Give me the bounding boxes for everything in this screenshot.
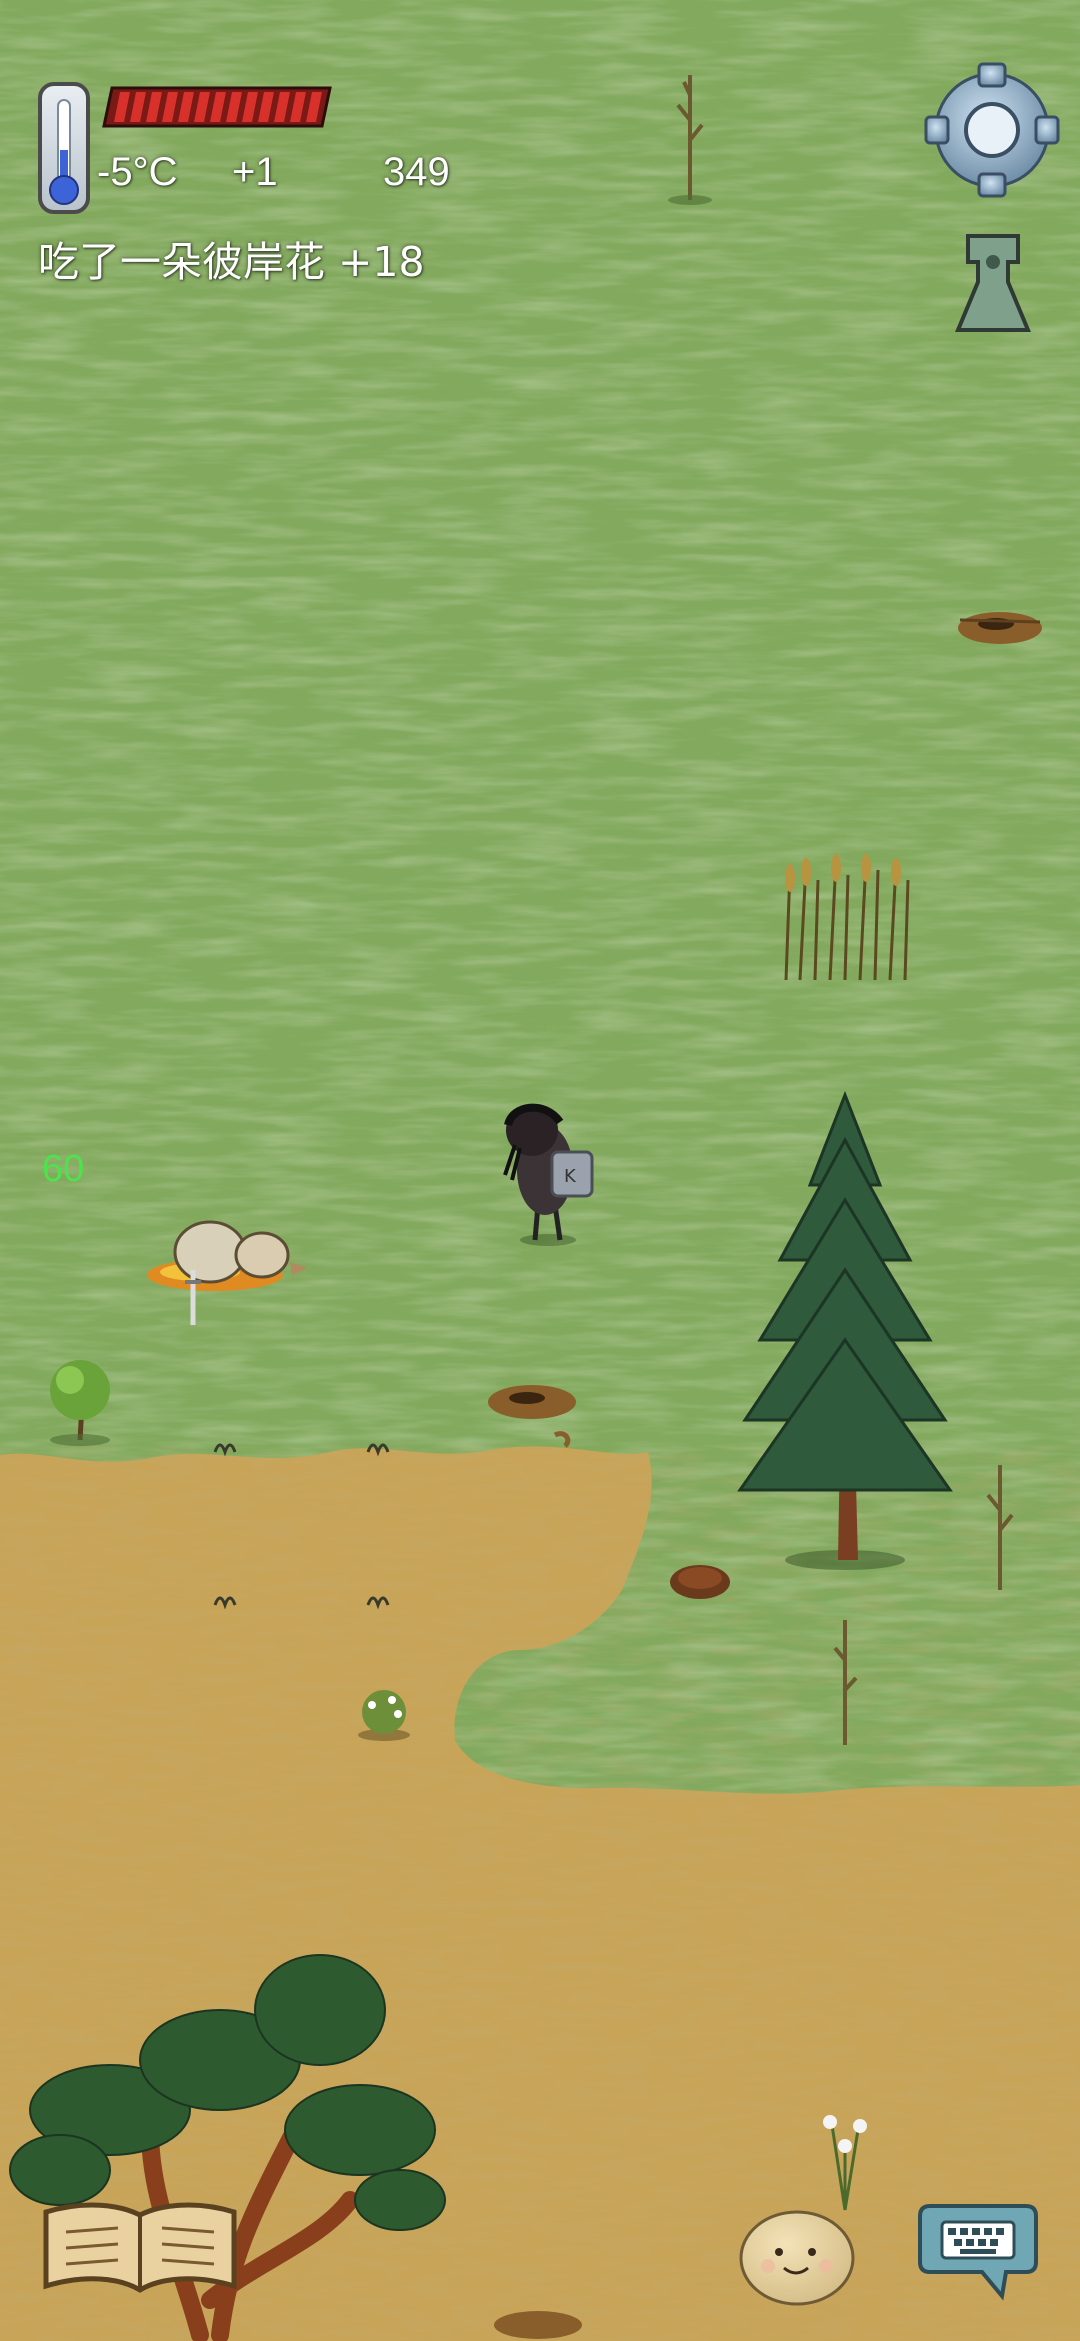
status-message: 吃了一朵彼岸花 +18 (38, 238, 425, 286)
thermometer-icon (38, 82, 90, 214)
health-bar (102, 86, 332, 128)
dirt-mound[interactable] (670, 1565, 730, 1599)
temperature-value: -5°C (97, 150, 178, 194)
svg-text:K: K (564, 1166, 577, 1187)
smiley-face-icon (739, 2210, 855, 2306)
game-world[interactable]: K (0, 0, 1080, 2341)
debug-number: 60 (42, 1148, 85, 1190)
book-icon (43, 2202, 237, 2293)
rabbit-hole[interactable] (958, 612, 1042, 644)
age-counter: 349 (383, 150, 450, 194)
temperature-delta: +1 (232, 150, 278, 194)
emote-button[interactable] (739, 2210, 855, 2306)
recipe-book-button[interactable] (43, 2202, 237, 2293)
rabbit-hole[interactable] (494, 2311, 582, 2339)
